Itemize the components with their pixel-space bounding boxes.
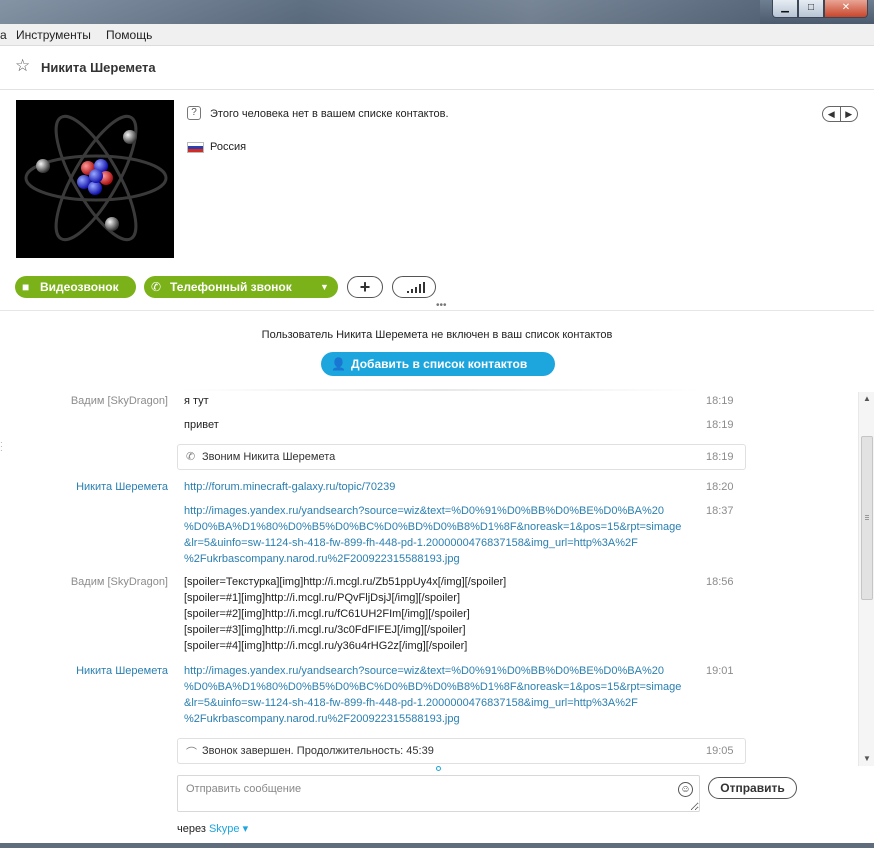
close-button[interactable]: ✕: [824, 0, 868, 18]
hangup-icon: ⌒: [186, 747, 197, 759]
contact-name: Никита Шеремета: [41, 60, 156, 75]
conversation-scrollbar[interactable]: ▲ ▼: [858, 392, 874, 766]
call-event: ✆ Звоним Никита Шеремета 18:19: [177, 444, 746, 470]
video-camera-icon: ■: [22, 280, 30, 294]
message-line: [spoiler=#2][img]http://i.mcgl.ru/fC61UH…: [184, 608, 470, 620]
link-line: %2Fukrbascompany.narod.ru%2F200922315588…: [184, 553, 460, 565]
message-time: 18:19: [706, 451, 734, 463]
call-event-text: Звоним Никита Шеремета: [202, 451, 336, 463]
link-line: %D0%BA%D1%80%D0%B5%D0%BC%D0%BD%D0%B8%D1%…: [184, 521, 682, 533]
menu-item-tools[interactable]: Инструменты: [16, 28, 91, 42]
phone-icon: ✆: [186, 451, 196, 463]
via-prefix: через: [177, 823, 206, 835]
link-line: &lr=5&uinfo=sw-1124-sh-418-fw-899-fh-448…: [184, 537, 638, 549]
conversation: Вадим [SkyDragon] я тут 18:19 привет 18:…: [0, 392, 858, 766]
scroll-up-icon[interactable]: ▲: [859, 392, 874, 406]
message-sender: Вадим [SkyDragon]: [70, 395, 168, 407]
smiley-icon[interactable]: ☺: [678, 782, 693, 797]
chevron-down-icon: ▾: [242, 823, 249, 835]
add-button[interactable]: +: [347, 276, 383, 298]
question-icon: ?: [187, 106, 201, 120]
message-link[interactable]: http://images.yandex.ru/yandsearch?sourc…: [184, 663, 681, 727]
not-in-contacts-text: Этого человека нет в вашем списке контак…: [210, 108, 449, 120]
divider: [180, 389, 700, 391]
scroll-thumb[interactable]: [861, 436, 873, 600]
send-via: через Skype ▾: [177, 822, 248, 835]
link-line: &lr=5&uinfo=sw-1124-sh-418-fw-899-fh-448…: [184, 697, 638, 709]
message-time: 19:01: [706, 665, 734, 677]
next-arrow-icon[interactable]: ▶: [841, 107, 858, 121]
message-link[interactable]: http://forum.minecraft-galaxy.ru/topic/7…: [184, 479, 395, 495]
message-time: 18:20: [706, 481, 734, 493]
message-line: [spoiler=#3][img]http://i.mcgl.ru/3c0FdF…: [184, 624, 466, 636]
minimize-button[interactable]: ▁: [772, 0, 798, 18]
window-titlebar: ▁ □ ✕: [0, 0, 874, 24]
link-line: http://images.yandex.ru/yandsearch?sourc…: [184, 505, 664, 517]
russia-flag-icon: [187, 142, 204, 153]
send-button[interactable]: Отправить: [708, 777, 797, 799]
avatar: [16, 100, 174, 258]
call-quality-button[interactable]: [392, 276, 436, 298]
message-sender: Никита Шеремета: [76, 665, 168, 677]
via-service: Skype: [208, 823, 240, 835]
phone-icon: ✆: [151, 280, 162, 294]
add-contact-icon: 👤: [331, 357, 346, 371]
star-icon[interactable]: ☆: [15, 56, 30, 76]
message-text: [spoiler=Текстурка][img]http://i.mcgl.ru…: [184, 574, 506, 654]
not-in-contacts-notice: Пользователь Никита Шеремета не включен …: [261, 329, 613, 341]
message-line: [spoiler=Текстурка][img]http://i.mcgl.ru…: [184, 576, 507, 588]
message-time: 18:19: [706, 395, 734, 407]
prev-arrow-icon[interactable]: ◀: [823, 107, 841, 121]
call-event: ⌒ Звонок завершен. Продолжительность: 45…: [177, 738, 746, 764]
link-line: %D0%BA%D1%80%D0%B5%D0%BC%D0%BD%D0%B8%D1%…: [184, 681, 682, 693]
message-time: 19:05: [706, 745, 734, 757]
add-contact-button[interactable]: 👤 Добавить в список контактов: [321, 352, 555, 376]
resize-handle[interactable]: [436, 766, 441, 771]
link-line: %2Fukrbascompany.narod.ru%2F200922315588…: [184, 713, 460, 725]
divider: [0, 310, 874, 311]
profile-nav: ◀ ▶: [822, 106, 858, 122]
message-link[interactable]: http://images.yandex.ru/yandsearch?sourc…: [184, 503, 681, 567]
message-sender: Никита Шеремета: [76, 481, 168, 493]
message-line: [spoiler=#1][img]http://i.mcgl.ru/PQvFlj…: [184, 592, 460, 604]
link-line: http://images.yandex.ru/yandsearch?sourc…: [184, 665, 664, 677]
message-text: я тут: [184, 395, 209, 407]
message-line: [spoiler=#4][img]http://i.mcgl.ru/y36u4r…: [184, 640, 468, 652]
message-text: привет: [184, 419, 219, 431]
atom-image: [24, 114, 168, 242]
menu-bar: а Инструменты Помощь: [0, 24, 874, 46]
phone-call-button[interactable]: ✆ Телефонный звонок ▼: [144, 276, 338, 298]
video-call-label: Видеозвонок: [40, 280, 119, 294]
phone-call-label: Телефонный звонок: [170, 280, 292, 294]
message-time: 18:56: [706, 576, 734, 588]
call-event-text: Звонок завершен. Продолжительность: 45:3…: [202, 745, 434, 757]
maximize-button[interactable]: □: [798, 0, 824, 18]
chevron-down-icon[interactable]: ▼: [320, 276, 329, 298]
titlebar-blur: [0, 0, 760, 24]
video-call-button[interactable]: ■ Видеозвонок: [15, 276, 136, 298]
side-splitter[interactable]: · · ·: [0, 439, 3, 455]
message-time: 18:19: [706, 419, 734, 431]
message-input[interactable]: [177, 775, 700, 812]
via-service-dropdown[interactable]: Skype ▾: [209, 823, 248, 835]
signal-bars-icon: [407, 282, 425, 293]
message-time: 18:37: [706, 505, 734, 517]
window-bottom-edge: [0, 843, 874, 848]
scroll-down-icon[interactable]: ▼: [859, 752, 874, 766]
menu-item-cut[interactable]: а: [0, 28, 7, 42]
country-label: Россия: [210, 141, 247, 153]
contact-header: ☆ Никита Шеремета: [0, 46, 874, 90]
add-contact-label: Добавить в список контактов: [351, 357, 528, 371]
menu-item-help[interactable]: Помощь: [106, 28, 152, 42]
message-sender: Вадим [SkyDragon]: [70, 576, 168, 588]
